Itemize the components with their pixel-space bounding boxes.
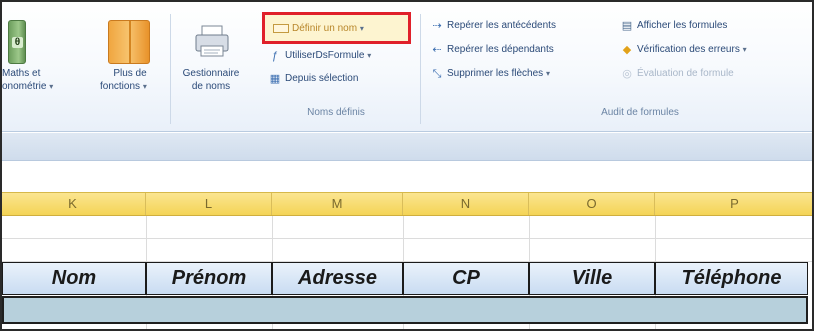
table-header-adresse[interactable]: Adresse xyxy=(272,262,403,295)
excel-window: θ Maths et onométrie ▾ Plus de fonctions… xyxy=(0,0,814,331)
use-in-formula-label: UtiliserDsFormule xyxy=(285,50,365,61)
more-functions-button[interactable]: fonctions ▾ xyxy=(100,81,147,92)
column-header-n[interactable]: N xyxy=(403,193,529,215)
remove-arrows-label: Supprimer les flèches xyxy=(447,68,544,79)
error-checking-icon: ◆ xyxy=(622,44,632,56)
chevron-down-icon: ▾ xyxy=(49,82,54,91)
chevron-down-icon: ▾ xyxy=(742,45,747,54)
defined-names-group-label: Noms définis xyxy=(307,107,365,118)
trace-precedents-button[interactable]: Repérer les antécédents xyxy=(447,20,556,31)
chevron-down-icon: ▾ xyxy=(142,82,147,91)
table-header-telephone[interactable]: Téléphone xyxy=(655,262,808,295)
error-checking-label: Vérification des erreurs xyxy=(637,44,740,55)
more-functions-book-icon[interactable] xyxy=(108,20,150,64)
evaluate-formula-button[interactable]: Évaluation de formule xyxy=(637,68,734,79)
column-header-p[interactable]: P xyxy=(655,193,814,215)
remove-arrows-icon: ⤡ xyxy=(432,68,442,80)
group-separator xyxy=(420,14,421,124)
define-name-button[interactable]: Définir un nom ▾ xyxy=(262,12,411,44)
formula-auditing-group-label: Audit de formules xyxy=(601,107,679,118)
show-formulas-icon: ▤ xyxy=(621,20,633,32)
name-manager-label-1[interactable]: Gestionnaire xyxy=(176,68,246,79)
use-in-formula-button[interactable]: UtiliserDsFormule ▾ xyxy=(285,50,371,61)
grid-line xyxy=(0,238,814,239)
use-in-formula-icon: ƒ xyxy=(271,50,279,62)
remove-arrows-button[interactable]: Supprimer les flèches ▾ xyxy=(447,68,550,79)
table-row[interactable] xyxy=(2,296,808,324)
error-checking-button[interactable]: Vérification des erreurs ▾ xyxy=(637,44,747,55)
create-from-selection-icon: ▦ xyxy=(269,73,281,85)
trace-dependents-icon: ⇠ xyxy=(432,44,442,56)
formula-bar[interactable] xyxy=(0,133,814,161)
math-trig-label-2: onométrie xyxy=(2,81,47,92)
column-header-o[interactable]: O xyxy=(529,193,655,215)
trace-dependents-button[interactable]: Repérer les dépendants xyxy=(447,44,554,55)
define-name-label: Définir un nom xyxy=(292,23,358,34)
formulas-ribbon: θ Maths et onométrie ▾ Plus de fonctions… xyxy=(0,0,814,132)
table-header-nom[interactable]: Nom xyxy=(2,262,146,295)
math-trig-button[interactable]: onométrie ▾ xyxy=(2,81,53,92)
column-header-k[interactable]: K xyxy=(0,193,146,215)
column-header-m[interactable]: M xyxy=(272,193,403,215)
chevron-down-icon: ▾ xyxy=(359,24,364,33)
table-header-prenom[interactable]: Prénom xyxy=(146,262,272,295)
show-formulas-button[interactable]: Afficher les formules xyxy=(637,20,727,31)
name-manager-icon[interactable] xyxy=(192,22,232,60)
more-functions-label-1[interactable]: Plus de xyxy=(100,68,160,79)
chevron-down-icon: ▾ xyxy=(367,51,372,60)
column-header-l[interactable]: L xyxy=(146,193,272,215)
column-header-row: K L M N O P xyxy=(0,192,814,216)
create-from-selection-button[interactable]: Depuis sélection xyxy=(285,73,358,84)
chevron-down-icon: ▾ xyxy=(545,69,550,78)
name-manager-label-2[interactable]: de noms xyxy=(176,81,246,92)
evaluate-formula-icon: ◎ xyxy=(622,68,632,80)
math-trig-book-icon[interactable]: θ xyxy=(8,20,26,64)
group-separator xyxy=(170,14,171,124)
math-trig-label-1[interactable]: Maths et xyxy=(2,68,40,79)
more-functions-label-2: fonctions xyxy=(100,81,141,92)
table-header-cp[interactable]: CP xyxy=(403,262,529,295)
trace-precedents-icon: ⇢ xyxy=(432,20,442,32)
blank-area xyxy=(0,162,814,192)
table-header-ville[interactable]: Ville xyxy=(529,262,655,295)
define-name-icon xyxy=(273,24,289,33)
